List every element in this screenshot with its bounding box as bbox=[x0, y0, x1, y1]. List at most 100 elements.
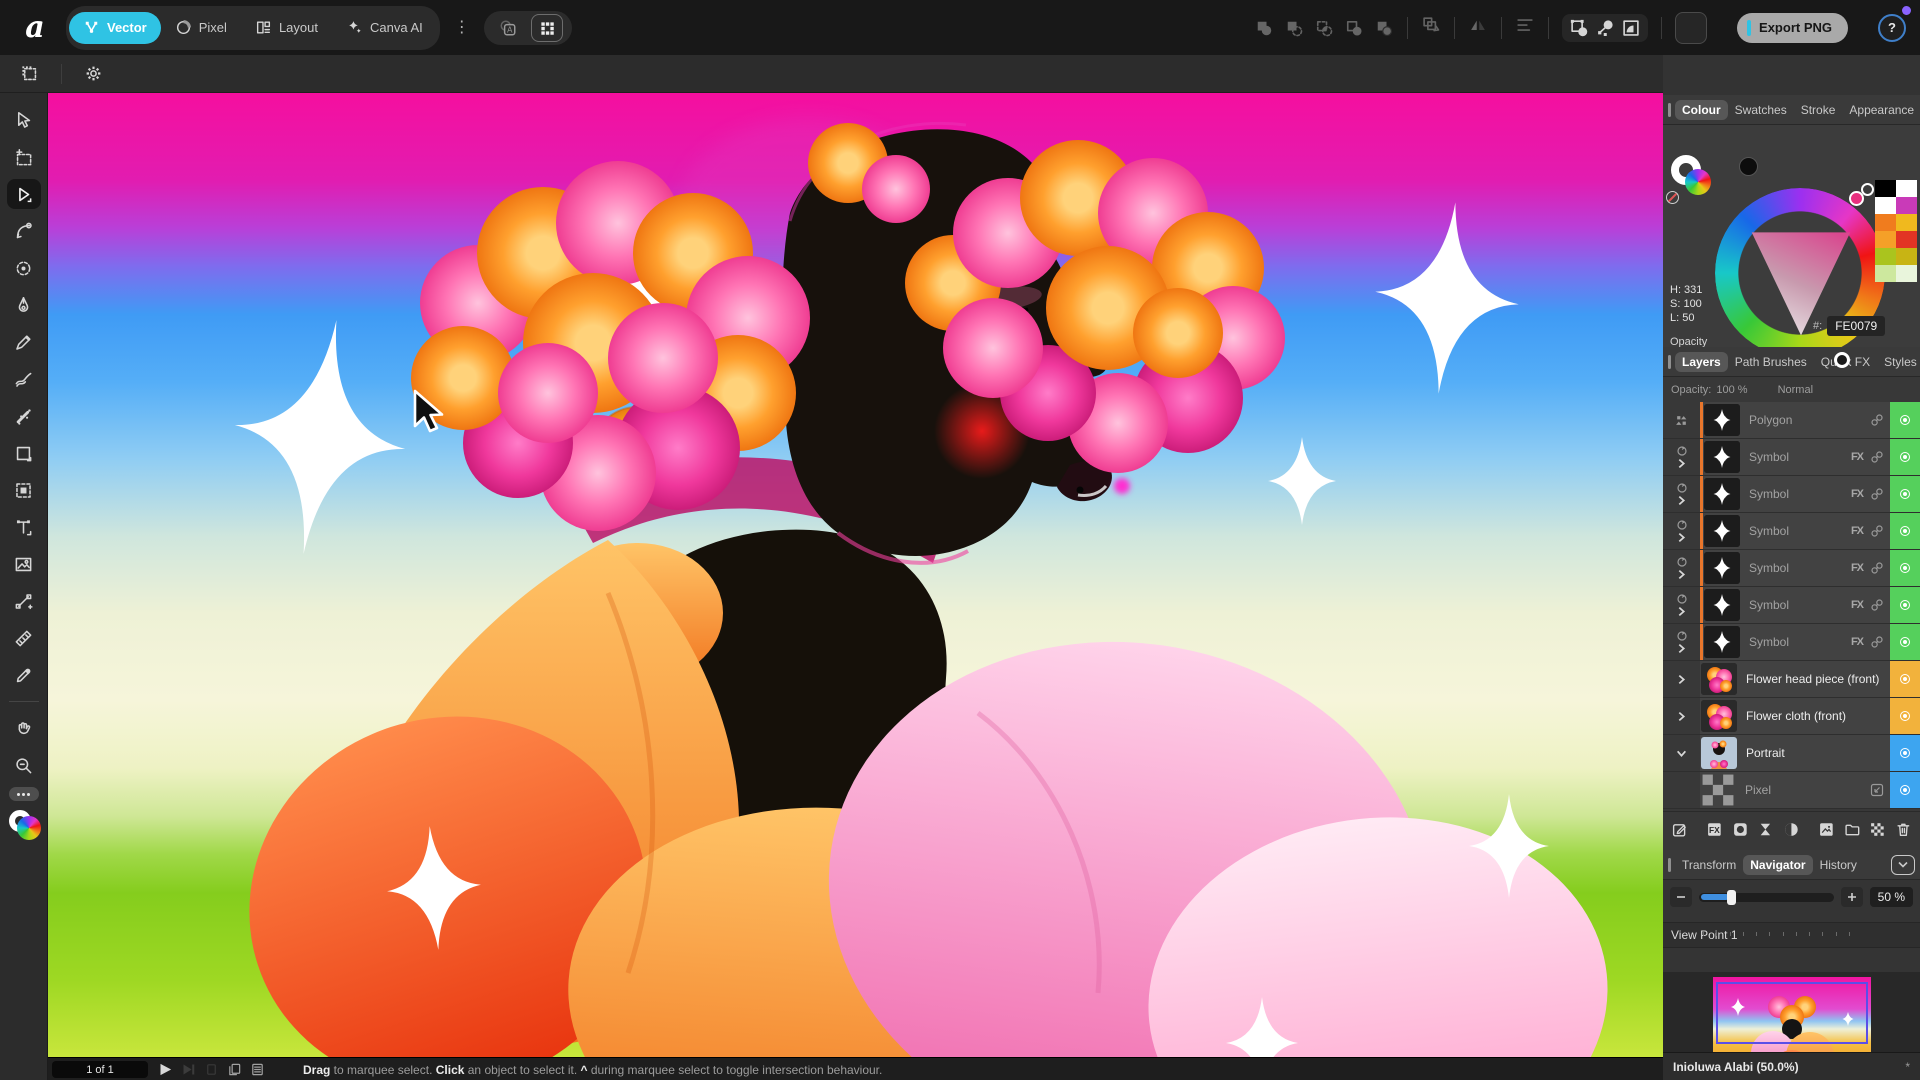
layer-name[interactable]: Flower head piece (front) bbox=[1746, 661, 1884, 697]
pencil-tool[interactable] bbox=[7, 327, 41, 357]
layer-settings-gear-icon[interactable] bbox=[1875, 382, 1890, 397]
layer-thumbnail[interactable] bbox=[1704, 478, 1740, 510]
layer-row[interactable]: SymbolFX bbox=[1663, 587, 1920, 623]
layer-name[interactable]: Polygon bbox=[1749, 402, 1870, 438]
tab-swatches[interactable]: Swatches bbox=[1728, 100, 1794, 120]
layer-row[interactable]: SymbolFX bbox=[1663, 513, 1920, 549]
marquee-settings-icon[interactable] bbox=[20, 64, 39, 83]
hue-selector-secondary[interactable] bbox=[1861, 183, 1874, 196]
zoom-in-button[interactable] bbox=[1841, 887, 1863, 907]
node-select-icon[interactable] bbox=[1595, 18, 1615, 38]
tab-styles[interactable]: Styles bbox=[1877, 352, 1920, 372]
blend-stepper-icon[interactable] bbox=[1856, 381, 1866, 399]
secondary-colour-well[interactable] bbox=[1739, 157, 1758, 176]
panel-grip[interactable] bbox=[1668, 858, 1671, 872]
transform-node-tool[interactable] bbox=[7, 586, 41, 616]
layer-thumbnail[interactable] bbox=[1704, 552, 1740, 584]
vector-crop-tool[interactable] bbox=[7, 475, 41, 505]
ruler-tool[interactable] bbox=[7, 623, 41, 653]
panel-grip[interactable] bbox=[1668, 355, 1671, 369]
corner-tool[interactable] bbox=[7, 216, 41, 246]
layer-order-icon[interactable] bbox=[1421, 15, 1441, 35]
visibility-toggle[interactable] bbox=[1890, 550, 1920, 586]
colour-picker-tool[interactable] bbox=[7, 660, 41, 690]
layer-name[interactable]: Pixel bbox=[1745, 772, 1870, 808]
persona-tab-layout[interactable]: Layout bbox=[241, 12, 332, 44]
expand-chevron-icon[interactable] bbox=[1677, 569, 1686, 580]
layer-row[interactable]: Flower cloth (front) bbox=[1663, 698, 1920, 734]
visibility-toggle[interactable] bbox=[1890, 476, 1920, 512]
colour-swatch[interactable] bbox=[1875, 180, 1896, 197]
canvas-artwork[interactable] bbox=[48, 93, 1663, 1057]
colour-swatch[interactable] bbox=[1875, 231, 1896, 248]
lock-layer-icon[interactable] bbox=[1899, 383, 1912, 397]
layer-thumbnail[interactable] bbox=[1704, 404, 1740, 436]
persona-tab-vector[interactable]: Vector bbox=[69, 12, 161, 44]
grid-view-button[interactable] bbox=[531, 14, 563, 42]
overflow-menu-icon[interactable]: ⋮ bbox=[454, 25, 468, 30]
help-button[interactable]: ? bbox=[1878, 14, 1906, 42]
layer-row[interactable]: Polygon bbox=[1663, 402, 1920, 438]
select-tool[interactable] bbox=[7, 179, 41, 209]
fill-colour-well[interactable] bbox=[1685, 169, 1711, 195]
layer-thumbnail[interactable] bbox=[1704, 626, 1740, 658]
colour-swatch[interactable] bbox=[1875, 214, 1896, 231]
visibility-toggle[interactable] bbox=[1890, 624, 1920, 660]
image-layer-icon[interactable] bbox=[1818, 821, 1835, 838]
edit-all-layers-icon[interactable] bbox=[1671, 821, 1688, 838]
tab-history[interactable]: History bbox=[1813, 855, 1864, 875]
layer-opacity-chevron-icon[interactable] bbox=[1753, 381, 1763, 399]
move-tool[interactable] bbox=[7, 105, 41, 135]
boolean-divide-icon[interactable] bbox=[1344, 18, 1364, 38]
visibility-toggle[interactable] bbox=[1890, 735, 1920, 771]
a-cursor-button[interactable]: A bbox=[493, 15, 523, 41]
visibility-toggle[interactable] bbox=[1890, 513, 1920, 549]
eyedropper-icon[interactable] bbox=[1715, 152, 1737, 174]
place-image-tool[interactable] bbox=[7, 549, 41, 579]
artboard-tool[interactable] bbox=[7, 142, 41, 172]
layer-name[interactable]: Symbol bbox=[1749, 624, 1851, 660]
panel-grip[interactable] bbox=[1668, 103, 1671, 117]
tab-path-brushes[interactable]: Path Brushes bbox=[1728, 352, 1814, 372]
layer-row[interactable]: Portrait bbox=[1663, 735, 1920, 771]
copy-pages-icon[interactable] bbox=[227, 1062, 242, 1077]
app-logo[interactable]: a bbox=[18, 11, 52, 45]
tab-transform[interactable]: Transform bbox=[1675, 855, 1743, 875]
pan-tool[interactable] bbox=[7, 713, 41, 743]
zoom-slider[interactable] bbox=[1699, 893, 1834, 902]
tab-layers[interactable]: Layers bbox=[1675, 352, 1728, 372]
new-pixel-layer-icon[interactable] bbox=[1869, 821, 1886, 838]
frame-text-tool[interactable] bbox=[7, 512, 41, 542]
visibility-toggle[interactable] bbox=[1890, 772, 1920, 808]
layer-name[interactable]: Symbol bbox=[1749, 439, 1851, 475]
visibility-toggle[interactable] bbox=[1890, 661, 1920, 697]
layer-thumbnail[interactable] bbox=[1701, 700, 1737, 732]
layer-thumbnail[interactable] bbox=[1704, 515, 1740, 547]
colour-swatch[interactable] bbox=[1896, 231, 1917, 248]
fill-indicator[interactable] bbox=[7, 810, 41, 844]
colour-swatch[interactable] bbox=[1896, 180, 1917, 197]
boolean-add-icon[interactable] bbox=[1254, 18, 1274, 38]
visibility-toggle[interactable] bbox=[1890, 587, 1920, 623]
point-transform-tool[interactable] bbox=[7, 253, 41, 283]
hex-input[interactable]: FE0079 bbox=[1827, 316, 1885, 336]
snapping-button[interactable] bbox=[1675, 12, 1707, 44]
colour-swatch[interactable] bbox=[1875, 265, 1896, 282]
layer-opacity-value[interactable]: 100 % bbox=[1716, 384, 1747, 396]
blend-mode-value[interactable]: Normal bbox=[1778, 384, 1813, 396]
fill-swatch[interactable] bbox=[17, 816, 41, 840]
persona-tab-canva-ai[interactable]: Canva AI bbox=[332, 12, 437, 44]
tab-appearance[interactable]: Appearance bbox=[1842, 100, 1920, 120]
layer-name[interactable]: Symbol bbox=[1749, 550, 1851, 586]
boolean-combine-icon[interactable] bbox=[1374, 18, 1394, 38]
settings-gear-icon[interactable] bbox=[84, 64, 103, 83]
layer-row[interactable]: SymbolFX bbox=[1663, 476, 1920, 512]
layer-row[interactable]: SymbolFX bbox=[1663, 439, 1920, 475]
expand-chevron-icon[interactable] bbox=[1677, 532, 1686, 543]
navigator-panel-chevron-icon[interactable] bbox=[1891, 855, 1915, 875]
mask-layer-icon[interactable] bbox=[1732, 821, 1749, 838]
boolean-intersect-icon[interactable] bbox=[1314, 18, 1334, 38]
tab-stroke[interactable]: Stroke bbox=[1794, 100, 1843, 120]
persona-tab-pixel[interactable]: Pixel bbox=[161, 12, 241, 44]
tab-navigator[interactable]: Navigator bbox=[1743, 855, 1812, 875]
